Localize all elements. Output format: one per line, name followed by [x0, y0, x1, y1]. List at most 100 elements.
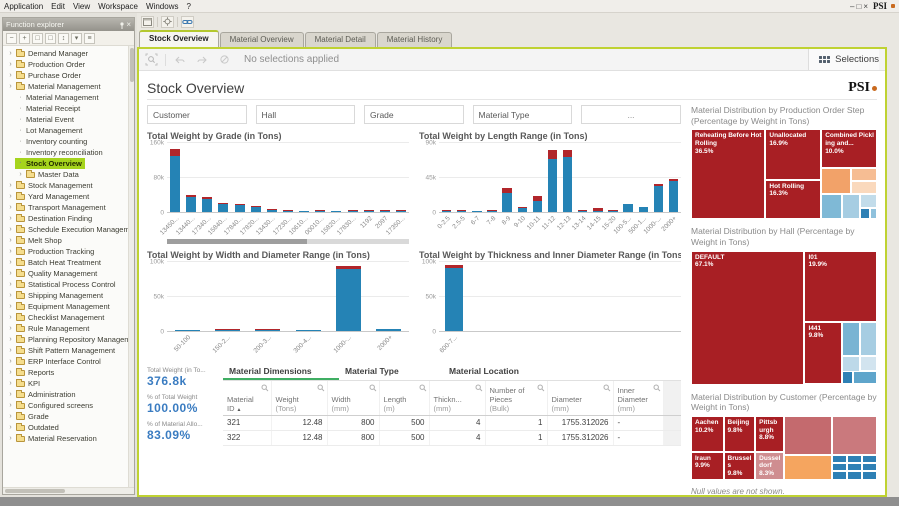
sort-icon[interactable]: ↕: [58, 33, 69, 44]
bar-slot[interactable]: [280, 143, 296, 212]
expander-icon[interactable]: ›: [8, 336, 13, 343]
step-forward-icon[interactable]: [194, 53, 210, 67]
stacked-bar[interactable]: [255, 329, 280, 331]
expander-icon[interactable]: ›: [8, 182, 13, 189]
expander-icon[interactable]: ·: [18, 160, 23, 167]
bar-slot[interactable]: [500, 143, 515, 212]
filter-material-type[interactable]: Material Type: [473, 105, 573, 124]
table-row[interactable]: 32112.48800500411755.312026-: [223, 415, 681, 430]
stacked-bar[interactable]: [608, 210, 617, 212]
stacked-bar[interactable]: [563, 150, 572, 212]
bar-slot[interactable]: [264, 143, 280, 212]
expander-icon[interactable]: ›: [8, 435, 13, 442]
treemap-cell[interactable]: [853, 371, 877, 384]
bar-slot[interactable]: [621, 143, 636, 212]
sidebar-item-material-event[interactable]: ·Material Event: [15, 114, 77, 125]
table-tab-material-location[interactable]: Material Location: [443, 363, 525, 380]
treemap-cell-beijing[interactable]: Beijing9.8%: [724, 416, 756, 452]
expander-icon[interactable]: ·: [18, 105, 23, 112]
stacked-bar[interactable]: [533, 196, 542, 212]
treemap-cell[interactable]: [832, 471, 847, 479]
sidebar-item-checklist-management[interactable]: ›Checklist Management: [5, 312, 107, 323]
filter-customer[interactable]: Customer: [147, 105, 247, 124]
treemap-cell[interactable]: [870, 208, 877, 220]
sidebar-item-material-management[interactable]: ›Material Management: [5, 81, 104, 92]
expander-icon[interactable]: ·: [18, 116, 23, 123]
treemap-cell[interactable]: [860, 322, 877, 357]
bar-slot[interactable]: [199, 143, 215, 212]
bar-slot[interactable]: [484, 143, 499, 212]
filter-grade[interactable]: Grade: [364, 105, 464, 124]
collapse-all-icon[interactable]: −: [6, 33, 17, 44]
sidebar-item-reports[interactable]: ›Reports: [5, 367, 57, 378]
treemap-cell[interactable]: [842, 371, 853, 384]
expander-icon[interactable]: ›: [8, 303, 13, 310]
stacked-bar[interactable]: [299, 211, 309, 212]
sidebar-item-material-receipt[interactable]: ·Material Receipt: [15, 103, 83, 114]
sidebar-item-yard-management[interactable]: ›Yard Management: [5, 191, 92, 202]
expander-icon[interactable]: ›: [8, 424, 13, 431]
step-back-icon[interactable]: [172, 53, 188, 67]
stacked-bar[interactable]: [396, 210, 406, 212]
sidebar-item-planning-repository-management[interactable]: ›Planning Repository Management: [5, 334, 128, 345]
search-icon[interactable]: [369, 384, 377, 392]
treemap-cell[interactable]: [862, 471, 877, 479]
expander-icon[interactable]: ·: [18, 149, 23, 156]
stacked-bar[interactable]: [218, 203, 228, 212]
treemap-cell-i01[interactable]: I0119.9%: [804, 251, 877, 322]
sidebar-item-production-order[interactable]: ›Production Order: [5, 59, 88, 70]
stacked-bar[interactable]: [380, 210, 390, 212]
options-icon[interactable]: ≡: [84, 33, 95, 44]
expander-icon[interactable]: ›: [18, 171, 23, 178]
expander-icon[interactable]: ›: [8, 259, 13, 266]
sidebar-item-destination-finding[interactable]: ›Destination Finding: [5, 213, 95, 224]
sidebar-item-schedule-execution-management[interactable]: ›Schedule Execution Management: [5, 224, 128, 235]
pin-icon[interactable]: [118, 21, 126, 29]
close-panel-icon[interactable]: ×: [126, 20, 131, 29]
bar-slot[interactable]: [651, 143, 666, 212]
sidebar-item-configured-screens[interactable]: ›Configured screens: [5, 400, 96, 411]
expander-icon[interactable]: ›: [8, 314, 13, 321]
bar-slot[interactable]: [560, 143, 575, 212]
stacked-bar[interactable]: [457, 210, 466, 212]
stacked-bar[interactable]: [186, 195, 196, 212]
sidebar-item-grade[interactable]: ›Grade: [5, 411, 52, 422]
treemap-cell[interactable]: [821, 168, 851, 194]
bar-slot[interactable]: [167, 262, 207, 331]
clear-selections-icon[interactable]: [216, 53, 232, 67]
window-list-icon[interactable]: □: [45, 33, 56, 44]
expander-icon[interactable]: ›: [8, 391, 13, 398]
stacked-bar[interactable]: [202, 197, 212, 212]
expander-icon[interactable]: ›: [8, 193, 13, 200]
expander-icon[interactable]: ›: [8, 347, 13, 354]
column-header-material-id[interactable]: Material ID▲: [223, 381, 271, 415]
sidebar-item-demand-manager[interactable]: ›Demand Manager: [5, 48, 91, 59]
view-mode-icon[interactable]: □: [32, 33, 43, 44]
sidebar-item-purchase-order[interactable]: ›Purchase Order: [5, 70, 84, 81]
bar-slot[interactable]: [232, 143, 248, 212]
stacked-bar[interactable]: [267, 209, 277, 212]
search-icon[interactable]: [419, 384, 427, 392]
link-icon[interactable]: [181, 16, 194, 28]
treemap-cell-i441[interactable]: I4419.8%: [804, 322, 841, 385]
bar-slot[interactable]: [666, 143, 681, 212]
menu-workspace[interactable]: Workspace: [98, 2, 138, 11]
stacked-bar[interactable]: [578, 210, 587, 212]
sidebar-item-stock-management[interactable]: ›Stock Management: [5, 180, 96, 191]
expander-icon[interactable]: ›: [8, 413, 13, 420]
tab-material-detail[interactable]: Material Detail: [305, 32, 376, 47]
chart-hscrollbar[interactable]: [167, 239, 409, 244]
expander-icon[interactable]: ›: [8, 358, 13, 365]
treemap-cell[interactable]: [784, 455, 832, 479]
expander-icon[interactable]: ›: [8, 402, 13, 409]
stacked-bar[interactable]: [548, 150, 557, 212]
menu-item[interactable]: ?: [186, 2, 190, 11]
sidebar-item-erp-interface-control[interactable]: ›ERP Interface Control: [5, 356, 104, 367]
stacked-bar[interactable]: [472, 211, 481, 212]
new-window-icon[interactable]: [141, 16, 154, 28]
table-row[interactable]: 32212.48800500411755.312026-: [223, 430, 681, 445]
expander-icon[interactable]: ›: [8, 380, 13, 387]
sidebar-item-inventory-counting[interactable]: ·Inventory counting: [15, 136, 90, 147]
bar-slot[interactable]: [515, 143, 530, 212]
bar-slot[interactable]: [361, 143, 377, 212]
